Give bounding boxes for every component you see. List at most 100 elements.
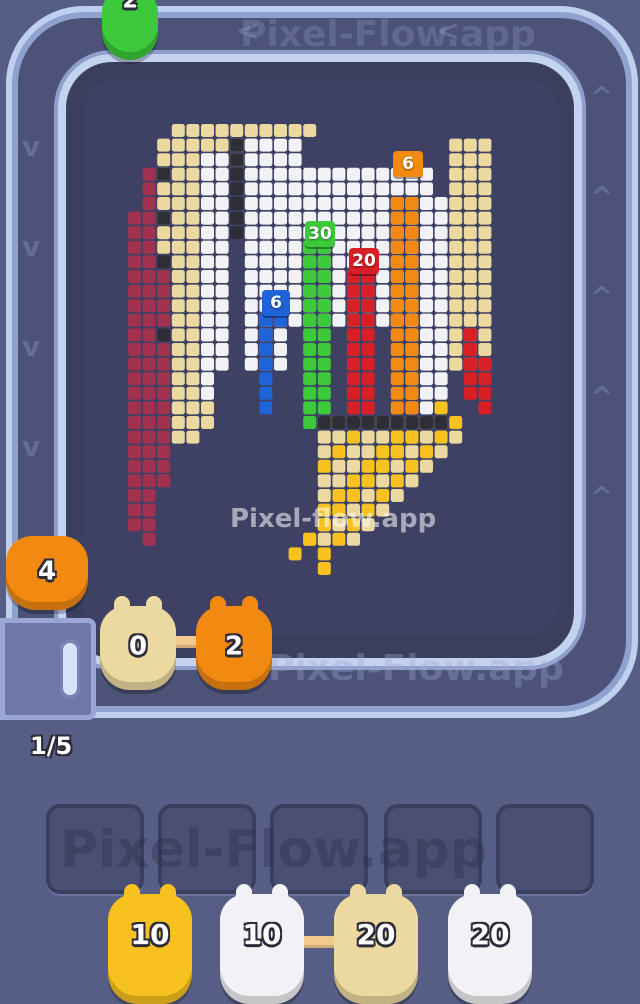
pixel-block <box>171 313 185 327</box>
pixel-block <box>201 211 214 225</box>
pixel-block <box>332 284 346 298</box>
pixel-block <box>186 240 200 254</box>
pixel-block <box>478 255 492 269</box>
pixel-block <box>361 430 375 444</box>
pixel-block <box>244 138 258 152</box>
pixel-block <box>347 211 360 225</box>
pixel-block <box>142 255 156 269</box>
pixel-block <box>259 167 273 181</box>
pixel-block <box>390 343 404 356</box>
pixel-block <box>186 182 200 196</box>
pixel-block <box>390 284 404 298</box>
pixel-block <box>244 167 258 181</box>
pixel-block <box>274 211 287 225</box>
pixel-block <box>449 357 463 371</box>
pixel-block <box>361 357 375 371</box>
track-watermark-top: Pixel-Flow.app <box>240 14 536 55</box>
pixel-block <box>361 167 375 181</box>
bench-critter-beige[interactable]: 20 <box>334 884 418 1004</box>
pixel-block <box>347 328 360 342</box>
pixel-block <box>142 532 156 546</box>
pixel-block <box>128 489 141 502</box>
pixel-block <box>142 313 156 327</box>
pixel-block <box>171 416 185 429</box>
pixel-block <box>244 255 258 269</box>
pixel-block <box>420 182 433 196</box>
pixel-block <box>463 240 477 254</box>
pixel-block <box>171 401 185 415</box>
pixel-block <box>347 416 360 429</box>
bench-critter-white[interactable]: 10 <box>220 884 304 1004</box>
pixel-block <box>317 197 331 210</box>
pixel-block <box>201 153 214 167</box>
pixel-block <box>303 343 317 356</box>
pixel-block <box>449 240 463 254</box>
critter-ear <box>272 884 288 906</box>
pixel-block <box>215 299 229 313</box>
pixel-block <box>230 138 244 152</box>
pixel-block <box>215 328 229 342</box>
pixel-block <box>463 313 477 327</box>
pixel-block <box>215 124 229 137</box>
pixel-block <box>186 328 200 342</box>
pixel-block <box>171 124 185 137</box>
track-critter-green[interactable]: 2 <box>102 0 158 60</box>
pixel-block <box>478 284 492 298</box>
pixel-block <box>361 386 375 400</box>
track-critter-orange-2[interactable]: 2 <box>196 596 272 690</box>
pixel-block <box>361 343 375 356</box>
bench-critter-yellow[interactable]: 10 <box>108 884 192 1004</box>
pixel-block <box>274 270 287 283</box>
pixel-block <box>405 372 419 386</box>
pixel-block <box>420 313 433 327</box>
pixel-block <box>142 226 156 240</box>
pixel-block <box>463 153 477 167</box>
bench-critter-white-2[interactable]: 20 <box>448 884 532 1004</box>
pixel-block <box>157 386 171 400</box>
pixel-block <box>201 270 214 283</box>
pixel-block <box>259 343 273 356</box>
pixel-block <box>244 343 258 356</box>
pixel-block <box>244 328 258 342</box>
pixel-block <box>376 299 390 313</box>
waiting-slot[interactable] <box>496 804 594 894</box>
pixel-block <box>128 357 141 371</box>
pixel-block <box>186 343 200 356</box>
pixel-block <box>259 240 273 254</box>
pixel-block <box>171 270 185 283</box>
pixel-block <box>376 416 390 429</box>
pixel-block <box>449 270 463 283</box>
pixel-block <box>405 284 419 298</box>
pixel-block <box>434 299 448 313</box>
pixel-block <box>157 357 171 371</box>
pixel-block <box>244 153 258 167</box>
pixel-block <box>405 401 419 415</box>
launcher-dock <box>0 618 96 720</box>
pixel-block <box>201 416 214 429</box>
pixel-block <box>434 430 448 444</box>
pixel-block <box>201 372 214 386</box>
pixel-block <box>142 503 156 517</box>
pixel-block <box>244 197 258 210</box>
pixel-block <box>288 197 302 210</box>
pixel-block <box>361 299 375 313</box>
pixel-block <box>449 430 463 444</box>
board-watermark: Pixel-flow.app <box>230 504 437 534</box>
pixel-block <box>317 328 331 342</box>
pixel-block <box>215 255 229 269</box>
pixel-block <box>317 284 331 298</box>
pixel-block <box>347 459 360 473</box>
pixel-block <box>288 211 302 225</box>
track-critter-beige[interactable]: 0 <box>100 596 176 690</box>
critter-ear <box>464 884 480 906</box>
pixel-block <box>259 124 273 137</box>
pixel-block <box>303 328 317 342</box>
pixel-block <box>142 401 156 415</box>
pixel-block <box>171 211 185 225</box>
pixel-block <box>361 182 375 196</box>
pixel-block <box>478 226 492 240</box>
pixel-block <box>201 401 214 415</box>
track-critter-orange[interactable]: 4 <box>6 536 88 610</box>
pixel-block <box>390 255 404 269</box>
pixel-block <box>274 138 287 152</box>
